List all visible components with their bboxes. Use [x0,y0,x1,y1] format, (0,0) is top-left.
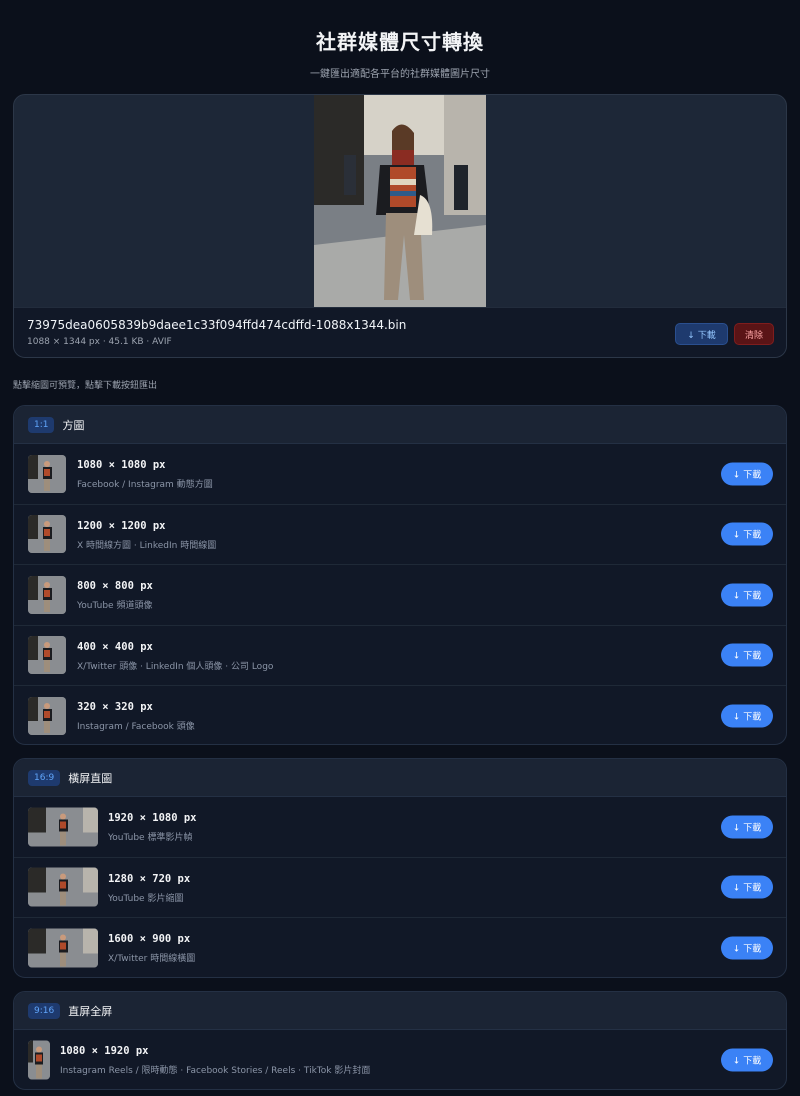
download-button[interactable]: ↓ 下載 [721,936,773,960]
list-item: 1920 × 1080 px YouTube 標準影片幀 ↓ 下載 [14,797,786,858]
size-description: X/Twitter 頭像 · LinkedIn 個人頭像 · 公司 Logo [77,661,274,672]
download-button[interactable]: ↓ 下載 [721,522,773,546]
group-landscape: 16:9 橫屏直圖 1920 × 1080 px YouTube 標準影片幀 ↓… [13,758,787,978]
list-item: 320 × 320 px Instagram / Facebook 頭像 ↓ 下… [14,686,786,744]
size-description: X/Twitter 時間線橫圖 [108,954,196,964]
preview-card: 73975dea0605839b9daee1c33f094ffd474cdffd… [13,94,787,358]
size-label: 1280 × 720 px [108,872,191,885]
size-description: X 時間線方圖 · LinkedIn 時間線圖 [77,540,217,551]
download-original-button[interactable]: ↓ 下載 [675,323,728,345]
list-item: 1280 × 720 px YouTube 影片縮圖 ↓ 下載 [14,858,786,918]
thumbnail[interactable] [28,515,66,554]
list-item: 800 × 800 px YouTube 頻道頭像 ↓ 下載 [14,565,786,626]
size-label: 1080 × 1080 px [77,459,166,471]
thumbnail[interactable] [28,575,66,614]
list-item: 1200 × 1200 px X 時間線方圖 · LinkedIn 時間線圖 ↓… [14,505,786,565]
size-description: YouTube 頻道頭像 [77,601,153,611]
usage-hint: 點擊縮圖可預覽，點擊下載按鈕匯出 [13,381,158,391]
size-label: 320 × 320 px [77,701,153,713]
group-portrait: 9:16 直屏全屏 1080 × 1920 px Instagram Reels… [13,991,787,1090]
size-label: 1080 × 1920 px [60,1045,149,1057]
download-button[interactable]: ↓ 下載 [721,583,773,607]
file-meta: 1088 × 1344 px · 45.1 KB · AVIF [27,337,172,347]
size-description: Instagram / Facebook 頭像 [77,722,195,732]
size-description: Instagram Reels / 限時動態 · Facebook Storie… [60,1066,371,1076]
size-label: 1920 × 1080 px [108,812,197,824]
thumbnail[interactable] [28,928,98,968]
page-title: 社群媒體尺寸轉換 [316,30,484,54]
ratio-badge: 1:1 [28,416,55,433]
page-header: 社群媒體尺寸轉換 一鍵匯出適配各平台的社群媒體圖片尺寸 [0,0,800,94]
list-item: 1600 × 900 px X/Twitter 時間線橫圖 ↓ 下載 [14,918,786,977]
ratio-badge: 9:16 [28,1002,61,1019]
file-info-bar: 73975dea0605839b9daee1c33f094ffd474cdffd… [14,307,786,357]
file-name: 73975dea0605839b9daee1c33f094ffd474cdffd… [27,318,407,332]
list-item: 1080 × 1080 px Facebook / Instagram 動態方圖… [14,444,786,505]
size-description: YouTube 影片縮圖 [108,893,184,904]
list-item: 400 × 400 px X/Twitter 頭像 · LinkedIn 個人頭… [14,626,786,686]
group-square: 1:1 方圖 1080 × 1080 px Facebook / Instagr… [13,405,787,745]
group-header: 16:9 橫屏直圖 [14,759,786,797]
group-title: 方圖 [62,418,85,432]
size-label: 800 × 800 px [77,580,153,592]
group-header: 1:1 方圖 [14,406,786,444]
size-label: 1600 × 900 px [108,933,191,945]
download-button[interactable]: ↓ 下載 [721,462,773,486]
thumbnail[interactable] [28,636,66,675]
thumbnail[interactable] [28,697,66,736]
size-label: 1200 × 1200 px [77,519,166,532]
thumbnail[interactable] [28,1040,50,1080]
ratio-badge: 16:9 [28,769,61,786]
size-label: 400 × 400 px [77,640,153,653]
size-description: YouTube 標準影片幀 [108,833,193,843]
download-button[interactable]: ↓ 下載 [721,1048,773,1072]
thumbnail[interactable] [28,867,98,907]
group-title: 直屏全屏 [68,1004,113,1018]
group-header: 9:16 直屏全屏 [14,992,786,1030]
clear-button[interactable]: 清除 [734,323,774,345]
download-button[interactable]: ↓ 下載 [721,875,773,899]
uploaded-image-preview[interactable] [314,95,486,307]
thumbnail[interactable] [28,807,98,847]
download-button[interactable]: ↓ 下載 [721,704,773,728]
group-title: 橫屏直圖 [68,771,113,785]
page-subtitle: 一鍵匯出適配各平台的社群媒體圖片尺寸 [310,69,490,80]
size-description: Facebook / Instagram 動態方圖 [77,480,213,490]
thumbnail[interactable] [28,454,66,493]
download-button[interactable]: ↓ 下載 [721,643,773,667]
list-item: 1080 × 1920 px Instagram Reels / 限時動態 · … [14,1030,786,1089]
download-button[interactable]: ↓ 下載 [721,815,773,839]
